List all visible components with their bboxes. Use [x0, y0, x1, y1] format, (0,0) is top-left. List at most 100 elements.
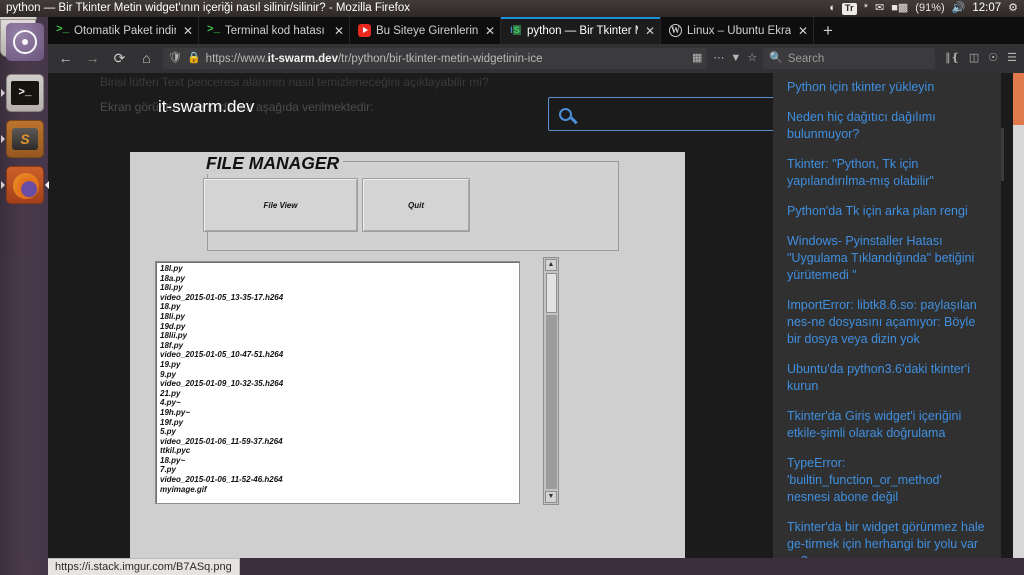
bluetooth-icon[interactable]: *: [864, 0, 868, 17]
launcher-item-sublime-text[interactable]: S: [1, 120, 44, 158]
reader-view-icon[interactable]: ▦: [692, 48, 702, 69]
file-list-item[interactable]: 7.py: [160, 465, 519, 475]
pocket-icon[interactable]: ▼: [730, 48, 741, 69]
file-list-item[interactable]: 18.py~: [160, 456, 519, 466]
tk-app-title: FILE MANAGER: [202, 153, 344, 174]
hamburger-menu-icon[interactable]: ☰: [1007, 48, 1017, 69]
close-icon[interactable]: ✕: [183, 24, 193, 38]
keyboard-layout-indicator[interactable]: Tr: [841, 2, 857, 15]
related-question-link[interactable]: Tkinter'da Giriş widget'i içeriğini etki…: [787, 408, 987, 442]
firefox-window: >_ Otomatik Paket indirici - ✕ >_ Termin…: [48, 17, 1024, 558]
wifi-icon[interactable]: ◖: [828, 0, 835, 17]
page-scrollbar[interactable]: [1013, 73, 1024, 558]
browser-tab-4-active[interactable]: IS python — Bir Tkinter Me ✕: [501, 17, 661, 44]
file-list-item[interactable]: myimage.gif: [160, 485, 519, 495]
file-list-item[interactable]: video_2015-01-05_10-47-51.h264: [160, 350, 519, 360]
file-list-item[interactable]: 5.py: [160, 427, 519, 437]
close-icon[interactable]: ✕: [485, 24, 495, 38]
file-view-button[interactable]: File View: [203, 178, 358, 232]
home-button[interactable]: ⌂: [136, 48, 157, 69]
ellipsis-icon[interactable]: ⋯: [713, 48, 724, 69]
quit-button[interactable]: Quit: [362, 178, 470, 232]
screen: python — Bir Tkinter Metin widget'ının i…: [0, 0, 1024, 575]
mail-icon[interactable]: ✉: [875, 0, 884, 17]
launcher-item-terminal[interactable]: >_: [1, 74, 44, 112]
shield-icon[interactable]: 🛡: [168, 48, 182, 69]
library-icon[interactable]: ∥❴: [945, 48, 960, 69]
browser-tab-1[interactable]: >_ Otomatik Paket indirici - ✕: [48, 17, 199, 44]
running-indicator: [1, 89, 5, 97]
forward-button[interactable]: →: [82, 48, 103, 69]
close-icon[interactable]: ✕: [334, 24, 344, 38]
file-list-scrollbar[interactable]: ▲ ▼: [543, 257, 559, 505]
search-icon: [559, 107, 572, 121]
close-icon[interactable]: ✕: [798, 24, 808, 38]
account-icon[interactable]: ☉: [988, 48, 998, 69]
file-list-item[interactable]: 18li.py: [160, 312, 519, 322]
scrollbar-thumb[interactable]: [546, 273, 557, 313]
related-question-link[interactable]: Neden hiç dağıtıcı dağılımı bulunmuyor?: [787, 109, 987, 143]
file-list-item[interactable]: 19.py: [160, 360, 519, 370]
file-list-item[interactable]: video_2015-01-05_13-35-17.h264: [160, 293, 519, 303]
scroll-up-arrow[interactable]: ▲: [545, 259, 557, 271]
related-question-link[interactable]: Ubuntu'da python3.6'daki tkinter'i kurun: [787, 361, 987, 395]
browser-tab-5[interactable]: W Linux – Ubuntu Ekran Gö ✕: [661, 17, 814, 44]
clock[interactable]: 12:07: [972, 0, 1001, 17]
file-list-item[interactable]: 18.py: [160, 302, 519, 312]
sublime-icon: S: [12, 128, 38, 150]
file-list-item[interactable]: 18i.py: [160, 283, 519, 293]
search-bar[interactable]: 🔍 Search: [763, 48, 936, 69]
related-question-link[interactable]: Tkinter: "Python, Tk için yapılandırılma…: [787, 156, 987, 190]
search-icon: 🔍: [769, 52, 783, 64]
volume-icon[interactable]: 🔊: [952, 0, 966, 17]
file-list-item[interactable]: 9.py: [160, 370, 519, 380]
screenshot-top-edge: [130, 147, 685, 152]
file-list-item[interactable]: video_2015-01-06_11-59-37.h264: [160, 437, 519, 447]
scroll-down-arrow[interactable]: ▼: [545, 491, 557, 503]
related-question-link[interactable]: ImportError: libtk8.6.so: paylaşılan nes…: [787, 297, 987, 348]
embedded-screenshot-tkinter-app[interactable]: FILE MANAGER File View Quit 18l.py 18a.py…: [130, 147, 685, 558]
related-question-link[interactable]: Python için tkinter yükleyin: [787, 79, 987, 96]
new-tab-button[interactable]: +: [814, 17, 842, 44]
launcher-item-firefox[interactable]: [1, 166, 49, 204]
related-question-link[interactable]: Windows- Pyinstaller Hatası "Uygulama Tı…: [787, 233, 987, 284]
file-list-item[interactable]: 19d.py: [160, 322, 519, 332]
battery-percent: (91%): [915, 2, 945, 14]
file-list-item[interactable]: 18f.py: [160, 341, 519, 351]
file-list-item[interactable]: video_2015-01-06_11-52-46.h264: [160, 475, 519, 485]
close-icon[interactable]: ✕: [645, 24, 655, 38]
focused-indicator: [45, 181, 49, 189]
browser-tab-2[interactable]: >_ Terminal kod hatası yaka ✕: [199, 17, 350, 44]
page-paragraph-cutoff: Birisi lütfen Text penceresi alanının na…: [100, 75, 489, 89]
window-title: python — Bir Tkinter Metin widget'ının i…: [6, 2, 410, 14]
gear-icon[interactable]: ⚙: [1008, 0, 1018, 17]
file-list-item[interactable]: 19f.py: [160, 418, 519, 428]
file-list-item[interactable]: 21.py: [160, 389, 519, 399]
related-question-link[interactable]: Python'da Tk için arka plan rengi: [787, 203, 987, 220]
file-list-item[interactable]: ttkil.pyc: [160, 446, 519, 456]
url-bar[interactable]: 🛡 🔒 https://www.it-swarm.dev/tr/python/b…: [163, 48, 708, 69]
file-list-item[interactable]: video_2015-01-09_10-32-35.h264: [160, 379, 519, 389]
related-question-link[interactable]: TypeError: 'builtin_function_or_method' …: [787, 455, 987, 506]
scrollbar-track[interactable]: [546, 315, 557, 489]
star-icon[interactable]: ☆: [747, 48, 757, 69]
file-list-item[interactable]: 18l.py: [160, 264, 519, 274]
battery-icon[interactable]: ■▩: [891, 0, 908, 17]
lock-icon[interactable]: 🔒: [187, 48, 201, 69]
sidebar-icon[interactable]: ◫: [969, 48, 979, 69]
file-list-item[interactable]: 18a.py: [160, 274, 519, 284]
file-list-item[interactable]: 19h.py~: [160, 408, 519, 418]
reload-button[interactable]: ⟳: [109, 48, 130, 69]
page-viewport: Birisi lütfen Text penceresi alanının na…: [48, 73, 1024, 558]
ubuntu-top-panel: python — Bir Tkinter Metin widget'ının i…: [0, 0, 1024, 17]
file-list-item[interactable]: 18lii.py: [160, 331, 519, 341]
page-scrollbar-thumb[interactable]: [1013, 73, 1024, 125]
file-list[interactable]: 18l.py 18a.py 18i.py video_2015-01-05_13-35…: [155, 261, 520, 504]
back-button[interactable]: ←: [55, 48, 76, 69]
launcher-item-ubuntu-dash[interactable]: [6, 23, 44, 61]
wordpress-icon: W: [669, 24, 682, 37]
tab-title: Terminal kod hatası yaka: [225, 24, 327, 37]
related-question-link[interactable]: Tkinter'da bir widget görünmez hale ge-t…: [787, 519, 987, 558]
browser-tab-3[interactable]: Bu Siteye Girenlerin Son ✕: [350, 17, 501, 44]
file-list-item[interactable]: 4.py~: [160, 398, 519, 408]
